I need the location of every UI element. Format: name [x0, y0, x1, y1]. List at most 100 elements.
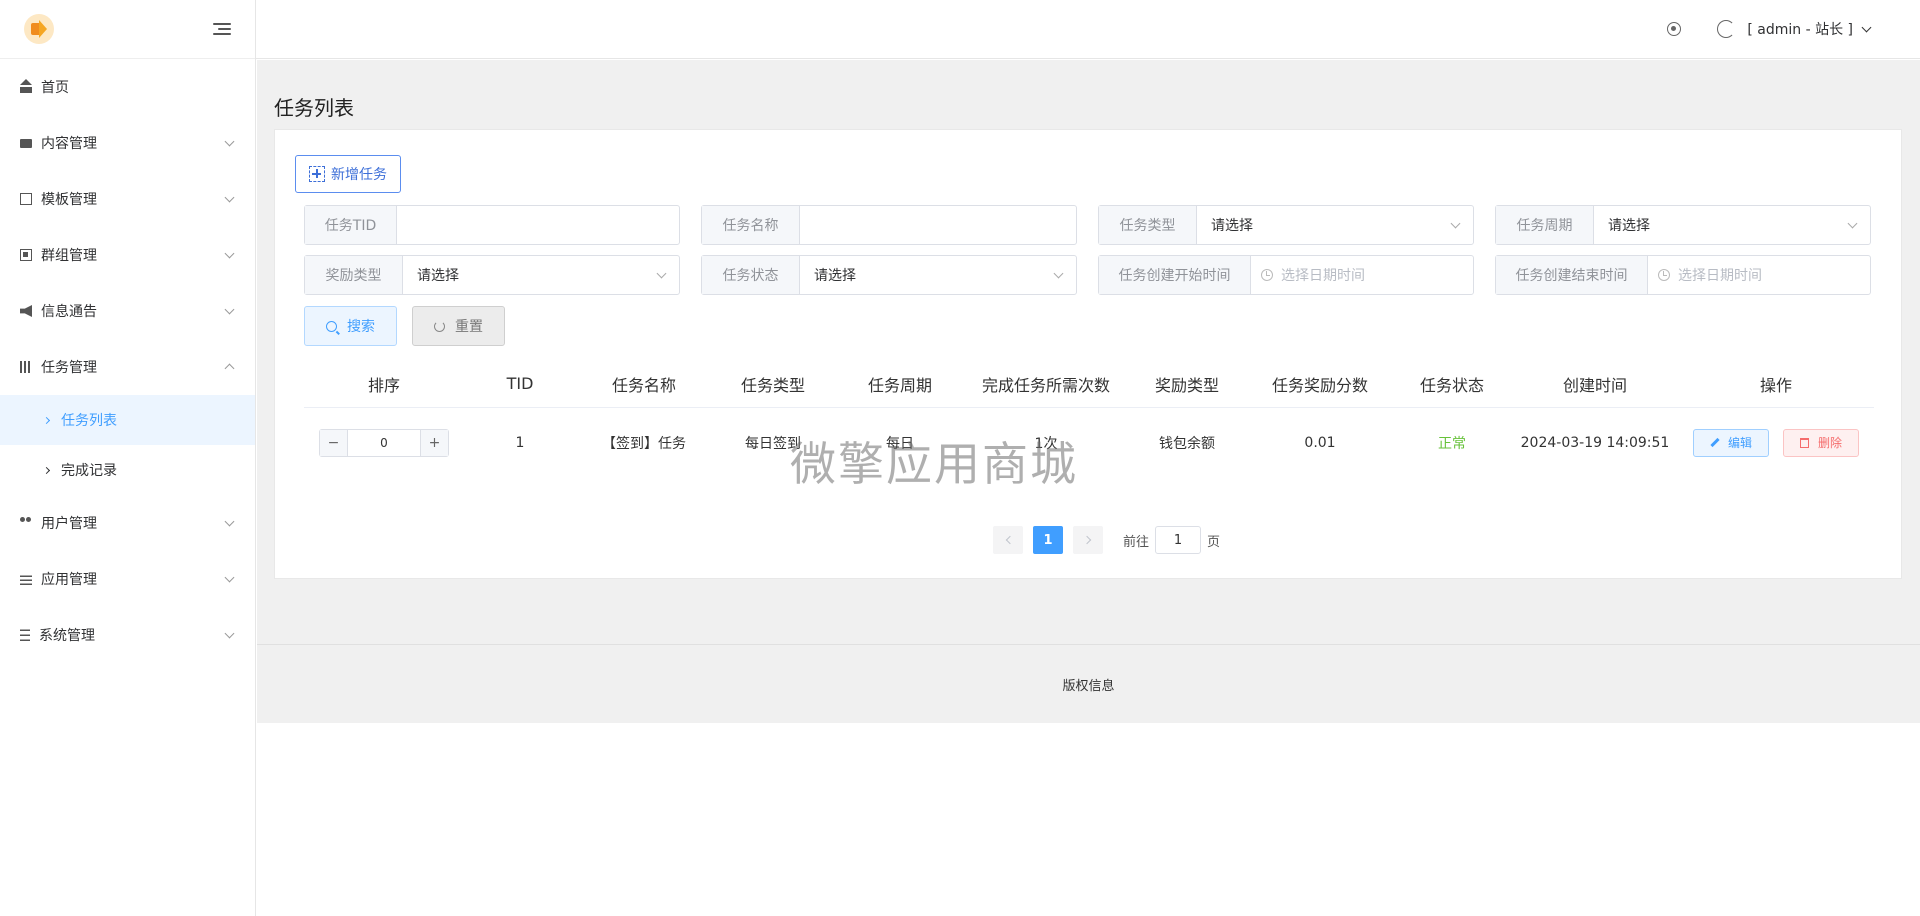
decrement-button[interactable]: −	[320, 429, 348, 456]
sidebar-item-label: 任务管理	[41, 360, 97, 376]
task-name-input[interactable]	[800, 206, 1076, 244]
user-menu[interactable]: [ admin - 站长 ]	[1717, 19, 1872, 39]
sidebar-item-users[interactable]: 用户管理	[0, 495, 255, 551]
filter-period: 任务周期 请选择	[1495, 205, 1871, 245]
tid-input[interactable]	[397, 206, 679, 244]
search-button[interactable]: 搜索	[304, 306, 397, 346]
main-content: 任务列表 新增任务 任务TID 任务名称 任务类型 请选择 任务周期 请选择 奖…	[257, 60, 1920, 644]
date-placeholder: 选择日期时间	[1678, 268, 1762, 284]
chevron-right-icon	[1082, 535, 1091, 545]
sidebar-item-label: 群组管理	[41, 248, 97, 264]
settings-icon[interactable]	[1667, 22, 1682, 36]
goto-page-input[interactable]: 1	[1155, 526, 1202, 554]
sidebar-item-label: 信息通告	[41, 304, 97, 320]
sidebar-item-label: 用户管理	[41, 516, 97, 532]
trash-icon	[1799, 437, 1809, 448]
actions-cell: 编辑 删除	[1678, 408, 1874, 477]
system-icon	[20, 629, 30, 641]
chevron-down-icon	[1053, 268, 1064, 278]
created-cell: 2024-03-19 14:09:51	[1520, 434, 1670, 451]
filter-label: 任务TID	[305, 206, 397, 244]
goto-suffix: 页	[1207, 534, 1221, 550]
type-cell: 每日签到	[745, 435, 801, 452]
clock-icon	[1658, 269, 1670, 281]
increment-button[interactable]: +	[420, 429, 448, 456]
reset-button[interactable]: 重置	[412, 306, 505, 346]
select-value: 请选择	[1211, 218, 1253, 234]
chevron-down-icon	[224, 192, 235, 202]
template-icon	[20, 193, 32, 205]
delete-button[interactable]: 删除	[1783, 428, 1859, 457]
end-time-picker[interactable]: 选择日期时间	[1648, 256, 1870, 294]
date-placeholder: 选择日期时间	[1281, 268, 1365, 284]
task-status-select[interactable]: 请选择	[800, 256, 1076, 294]
column-header: 任务奖励分数	[1271, 375, 1368, 395]
page-number-current[interactable]: 1	[1033, 526, 1063, 554]
edit-button[interactable]: 编辑	[1693, 428, 1769, 457]
table-header: 排序 TID 任务名称 任务类型 任务周期 完成任务所需次数 奖励类型 任务奖励…	[304, 360, 1874, 408]
prev-page-button[interactable]	[993, 526, 1023, 554]
sidebar-item-content[interactable]: 内容管理	[0, 115, 255, 171]
sidebar-item-label: 应用管理	[41, 572, 97, 588]
add-task-label: 新增任务	[331, 167, 387, 183]
sidebar-item-task[interactable]: 任务管理	[0, 339, 255, 395]
sidebar-subitem-label: 任务列表	[61, 413, 117, 429]
sort-value[interactable]: 0	[348, 430, 420, 456]
search-label: 搜索	[347, 319, 375, 335]
reward-type-select[interactable]: 请选择	[403, 256, 679, 294]
sidebar-item-system[interactable]: 系统管理	[0, 607, 255, 663]
sort-cell: − 0 +	[304, 408, 464, 477]
footer-text: 版权信息	[1062, 678, 1115, 694]
task-period-select[interactable]: 请选择	[1594, 206, 1870, 244]
column-header: 操作	[1759, 375, 1792, 395]
task-type-select[interactable]: 请选择	[1197, 206, 1473, 244]
page-title: 任务列表	[274, 96, 354, 120]
sidebar-item-label: 模板管理	[41, 192, 97, 208]
refresh-icon	[434, 320, 445, 332]
sidebar-menu: 首页 内容管理 模板管理 群组管理 信息通告 任务管理 任务列表 完成记录 用户…	[0, 59, 255, 663]
group-icon	[20, 249, 32, 261]
chevron-down-icon	[1450, 218, 1461, 228]
column-header: 任务类型	[740, 375, 805, 395]
sidebar-subitem-complete-record[interactable]: 完成记录	[0, 445, 255, 495]
add-task-button[interactable]: 新增任务	[295, 155, 401, 193]
page-jumper: 前往 1 页	[1123, 526, 1220, 554]
reset-label: 重置	[455, 319, 483, 335]
chevron-down-icon	[224, 628, 235, 638]
tid-cell: 1	[515, 434, 525, 451]
edit-label: 编辑	[1727, 436, 1752, 450]
sidebar-item-notice[interactable]: 信息通告	[0, 283, 255, 339]
next-page-button[interactable]	[1073, 526, 1103, 554]
sort-stepper: − 0 +	[319, 428, 449, 457]
reward-type-cell: 钱包余额	[1159, 435, 1215, 452]
column-header: 任务周期	[867, 375, 932, 395]
pagination: 1 前往 1 页	[993, 526, 1220, 554]
delete-label: 删除	[1817, 436, 1842, 450]
filter-label: 任务创建结束时间	[1496, 256, 1648, 294]
column-header: 任务状态	[1419, 375, 1484, 395]
sidebar-item-group[interactable]: 群组管理	[0, 227, 255, 283]
sidebar-item-home[interactable]: 首页	[0, 59, 255, 115]
start-time-picker[interactable]: 选择日期时间	[1251, 256, 1473, 294]
home-icon	[20, 79, 32, 93]
sidebar-subitem-task-list[interactable]: 任务列表	[0, 395, 255, 445]
add-icon	[309, 166, 325, 182]
chevron-down-icon	[224, 572, 235, 582]
column-header: 奖励类型	[1154, 375, 1219, 395]
chevron-down-icon	[1861, 22, 1872, 32]
score-cell: 0.01	[1304, 434, 1336, 451]
content-card: 新增任务 任务TID 任务名称 任务类型 请选择 任务周期 请选择 奖励类型 请…	[274, 129, 1902, 579]
column-header: 排序	[367, 375, 400, 395]
sidebar-item-apps[interactable]: 应用管理	[0, 551, 255, 607]
chat-icon	[20, 139, 32, 148]
sidebar-item-label: 首页	[41, 80, 69, 96]
users-icon	[20, 517, 32, 529]
chevron-down-icon	[224, 516, 235, 526]
sidebar: 首页 内容管理 模板管理 群组管理 信息通告 任务管理 任务列表 完成记录 用户…	[0, 0, 256, 916]
app-icon	[20, 573, 32, 585]
chevron-right-icon	[42, 416, 51, 424]
footer: 版权信息	[257, 644, 1920, 723]
chevron-right-icon	[42, 466, 51, 474]
sidebar-item-template[interactable]: 模板管理	[0, 171, 255, 227]
collapse-menu-icon[interactable]	[213, 21, 233, 37]
